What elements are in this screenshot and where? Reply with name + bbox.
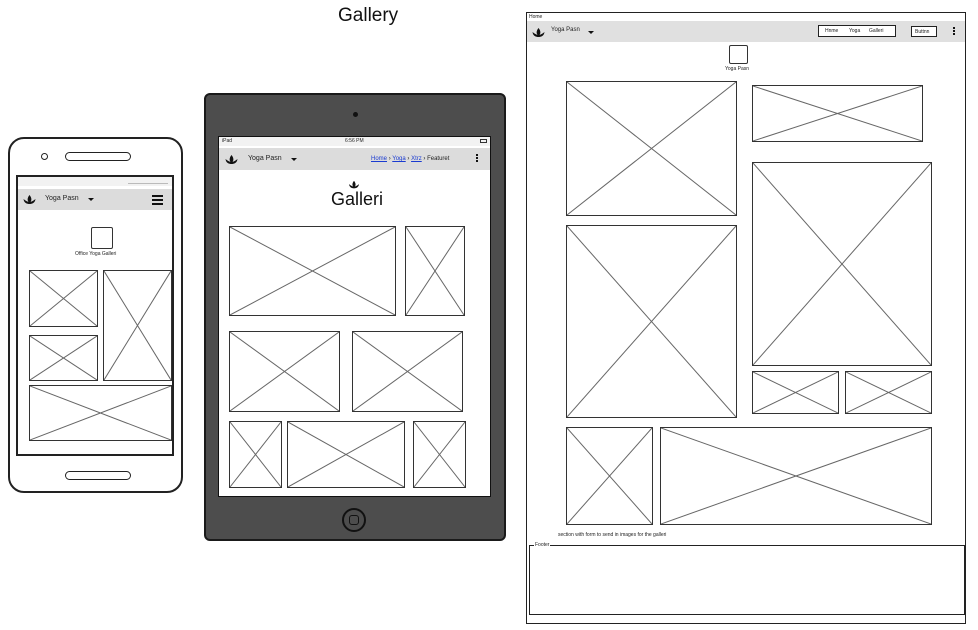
tablet-navbar: Yoga Pasn Home › Yoga › Xtrz › Featuret bbox=[219, 148, 490, 170]
breadcrumb-yoga[interactable]: Yoga bbox=[392, 156, 405, 162]
tablet-image-7 bbox=[413, 421, 466, 488]
phone-screen: Yoga Pasn Office Yoga Galleri bbox=[16, 175, 174, 456]
status-carrier: iPad bbox=[222, 138, 233, 144]
status-time: 6:56 PM bbox=[345, 138, 364, 144]
desktop-logo-placeholder bbox=[729, 45, 748, 64]
desktop-frame: Home Yoga Pasn Hnme Yoga Galleri Buttnn … bbox=[526, 12, 966, 624]
chevron-down-icon[interactable] bbox=[588, 31, 594, 34]
tablet-screen: iPad 6:56 PM Yoga Pasn Home › Yoga › Xtr… bbox=[218, 136, 491, 497]
home-button-icon[interactable] bbox=[342, 508, 366, 532]
desktop-logo-caption: Yoga Pasn bbox=[725, 66, 750, 72]
footer-label: Footer bbox=[534, 542, 551, 548]
section-note: section with form to send in images for … bbox=[558, 532, 667, 538]
nav-link-home[interactable]: Hnme bbox=[825, 28, 838, 34]
phone-image-2 bbox=[103, 270, 172, 381]
phone-navbar: Yoga Pasn bbox=[18, 189, 172, 210]
lotus-icon bbox=[23, 193, 36, 211]
desktop-image-6 bbox=[845, 371, 932, 414]
tablet-image-3 bbox=[229, 331, 340, 412]
breadcrumb: Home › Yoga › Xtrz › Featuret bbox=[371, 156, 450, 162]
page-title: Gallery bbox=[338, 5, 399, 26]
header-button[interactable]: Buttnn bbox=[911, 26, 937, 37]
phone-home-bar[interactable] bbox=[65, 471, 131, 480]
nav-links-group: Hnme Yoga Galleri bbox=[818, 25, 896, 37]
desktop-brand[interactable]: Yoga Pasn bbox=[551, 27, 580, 33]
chevron-down-icon[interactable] bbox=[291, 158, 297, 161]
phone-camera bbox=[41, 153, 48, 160]
desktop-navbar: Yoga Pasn Hnme Yoga Galleri Buttnn bbox=[527, 21, 965, 42]
tablet-image-5 bbox=[229, 421, 282, 488]
footer: Footer bbox=[529, 542, 965, 615]
phone-image-1 bbox=[29, 270, 98, 327]
breadcrumb-xtrz[interactable]: Xtrz bbox=[411, 156, 422, 162]
lotus-icon bbox=[225, 153, 238, 171]
breadcrumb-current: Featuret bbox=[427, 156, 450, 162]
tablet-brand[interactable]: Yoga Pasn bbox=[248, 155, 282, 162]
phone-image-3 bbox=[29, 335, 98, 381]
desktop-image-2 bbox=[752, 85, 923, 142]
phone-brand[interactable]: Yoga Pasn bbox=[45, 195, 79, 202]
desktop-image-3 bbox=[752, 162, 932, 366]
tablet-heading: Galleri bbox=[331, 189, 384, 209]
phone-speaker bbox=[65, 152, 131, 161]
tablet-image-6 bbox=[287, 421, 405, 488]
desktop-window-title: Home bbox=[529, 14, 543, 20]
phone-status-bar bbox=[18, 177, 172, 186]
tablet-status-bar: iPad 6:56 PM bbox=[219, 137, 490, 146]
desktop-image-8 bbox=[660, 427, 932, 525]
header-button-label: Buttnn bbox=[915, 29, 930, 35]
breadcrumb-home[interactable]: Home bbox=[371, 156, 387, 162]
kebab-menu-icon[interactable] bbox=[953, 27, 956, 35]
tablet-camera bbox=[353, 112, 358, 117]
desktop-image-7 bbox=[566, 427, 653, 525]
desktop-image-5 bbox=[752, 371, 839, 414]
phone-page-heading: Office Yoga Galleri bbox=[75, 251, 117, 257]
tablet-image-1 bbox=[229, 226, 396, 316]
kebab-menu-icon[interactable] bbox=[476, 154, 479, 162]
tablet-image-4 bbox=[352, 331, 463, 412]
desktop-image-4 bbox=[566, 225, 737, 418]
phone-image-4 bbox=[29, 385, 172, 441]
status-icons bbox=[128, 179, 168, 184]
nav-link-yoga[interactable]: Yoga bbox=[849, 28, 860, 34]
chevron-down-icon[interactable] bbox=[88, 198, 94, 201]
lotus-icon bbox=[532, 26, 545, 44]
hamburger-icon[interactable] bbox=[152, 193, 163, 207]
nav-link-galleri[interactable]: Galleri bbox=[869, 28, 883, 34]
tablet-image-2 bbox=[405, 226, 465, 316]
phone-logo-placeholder bbox=[91, 227, 113, 249]
desktop-image-1 bbox=[566, 81, 737, 216]
battery-icon bbox=[480, 139, 487, 143]
